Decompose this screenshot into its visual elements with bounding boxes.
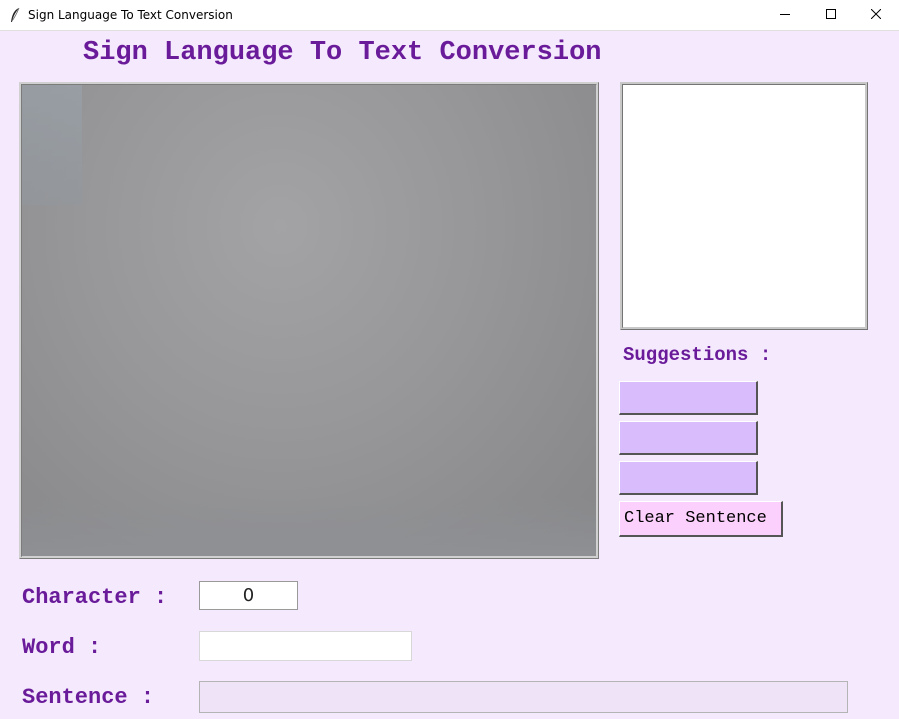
suggestions-label: Suggestions : [623,344,772,366]
page-title: Sign Language To Text Conversion [83,38,602,68]
close-button[interactable] [853,0,899,30]
suggestion-button-2[interactable] [619,421,758,455]
character-label: Character : [22,585,168,610]
word-label: Word : [22,635,102,660]
minimize-icon [780,6,790,24]
maximize-button[interactable] [808,0,854,30]
close-icon [870,6,882,24]
camera-feed [19,82,599,559]
sign-preview-panel [620,82,868,330]
word-field[interactable] [199,631,412,661]
character-field: 0 [199,581,298,610]
minimize-button[interactable] [762,0,808,30]
sentence-field[interactable] [199,681,848,713]
window-titlebar: Sign Language To Text Conversion [0,0,899,31]
clear-sentence-button[interactable]: Clear Sentence [619,501,783,537]
suggestion-button-1[interactable] [619,381,758,415]
suggestion-button-3[interactable] [619,461,758,495]
maximize-icon [826,6,836,24]
feather-icon [9,7,21,23]
sentence-label: Sentence : [22,685,155,710]
window-title: Sign Language To Text Conversion [28,8,233,22]
